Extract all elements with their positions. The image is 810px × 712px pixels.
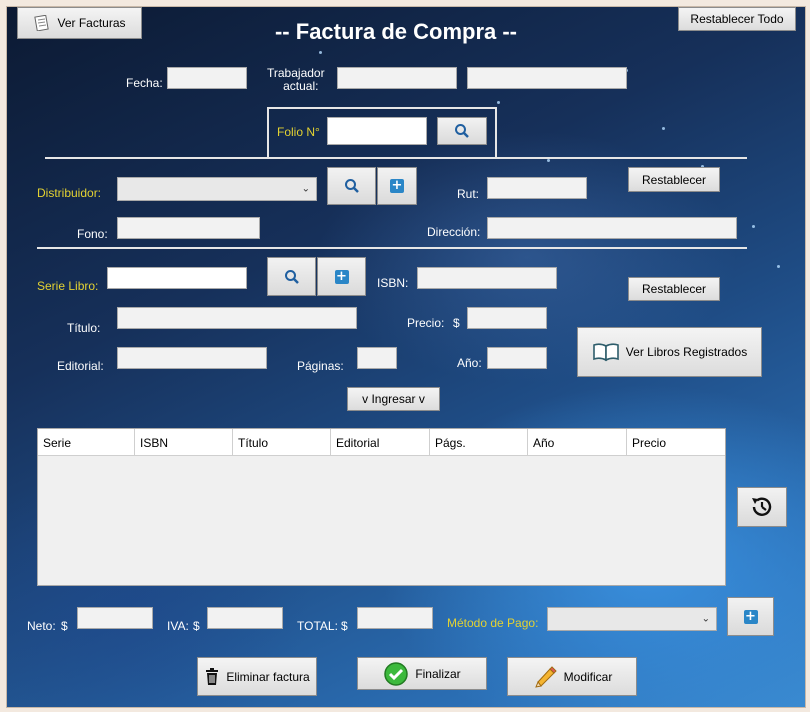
fono-label: Fono: [77,227,108,241]
ingresar-label: v Ingresar v [362,392,425,406]
trabajador-name-field[interactable] [467,67,627,89]
column-header-editorial[interactable]: Editorial [331,429,430,455]
trabajador-id-field[interactable] [337,67,457,89]
chevron-down-icon: ⌄ [301,183,310,195]
neto-currency: $ [61,619,68,633]
iva-label: IVA: [167,619,189,633]
ver-libros-registrados-button[interactable]: Ver Libros Registrados [577,327,762,377]
titulo-label: Título: [67,321,101,335]
iva-field[interactable] [207,607,283,629]
precio-field[interactable] [467,307,547,329]
plus-icon: + [743,608,758,624]
table-header: Serie ISBN Título Editorial Págs. Año Pr… [38,429,725,456]
column-header-precio[interactable]: Precio [627,429,725,455]
total-field[interactable] [357,607,433,629]
iva-currency: $ [193,619,200,633]
trabajador-label: Trabajador actual: [267,67,325,93]
ver-libros-label: Ver Libros Registrados [625,345,748,359]
serie-libro-input[interactable] [107,267,247,289]
editorial-label: Editorial: [57,359,104,373]
serie-libro-label: Serie Libro: [37,279,99,293]
modificar-label: Modificar [563,669,613,684]
distribuidor-combobox[interactable]: ⌄ [117,177,317,201]
decor-star [497,101,500,104]
ingresar-button[interactable]: v Ingresar v [347,387,440,411]
trash-icon [206,667,219,685]
paginas-field[interactable] [357,347,397,369]
eliminar-factura-button[interactable]: Eliminar factura [197,657,317,696]
open-book-icon [592,343,619,362]
editorial-field[interactable] [117,347,267,369]
distribuidor-label: Distribuidor: [37,186,102,200]
libro-restablecer-button[interactable]: Restablecer [628,277,720,301]
libro-restablecer-label: Restablecer [641,282,707,296]
fono-field[interactable] [117,217,260,239]
history-button[interactable] [737,487,787,527]
finalizar-button[interactable]: Finalizar [357,657,487,690]
direccion-field[interactable] [487,217,737,239]
check-icon [384,661,409,686]
distribuidor-restablecer-label: Restablecer [641,172,707,187]
column-header-pags[interactable]: Págs. [430,429,528,455]
isbn-field[interactable] [417,267,557,289]
pencil-icon [534,665,557,688]
column-header-isbn[interactable]: ISBN [135,429,233,455]
neto-label: Neto: [27,619,56,633]
neto-field[interactable] [77,607,153,629]
history-icon [752,497,772,516]
direccion-label: Dirección: [427,225,481,239]
libro-search-button[interactable] [267,257,316,296]
modificar-button[interactable]: Modificar [507,657,637,696]
search-icon [455,124,469,138]
isbn-label: ISBN: [377,276,409,290]
chevron-down-icon: ⌄ [701,613,710,625]
decor-star [752,225,755,228]
page-title: -- Factura de Compra -- [274,19,518,44]
decor-star [777,265,780,268]
divider-middle [37,247,747,249]
libro-add-button[interactable]: + [317,257,366,296]
search-icon [344,179,359,193]
fecha-field[interactable] [167,67,247,89]
rut-label: Rut: [457,187,480,201]
decor-star [319,51,322,54]
folio-search-button[interactable] [437,117,487,145]
search-icon [284,269,299,284]
folio-label: Folio N° [277,125,320,139]
plus-icon: + [334,268,349,284]
titulo-field[interactable] [117,307,357,329]
column-header-titulo[interactable]: Título [233,429,331,455]
column-header-anio[interactable]: Año [528,429,627,455]
distribuidor-search-button[interactable] [327,167,376,205]
purchase-invoice-window: Ver Facturas Restablecer Todo -- Factura… [6,6,806,708]
eliminar-factura-label: Eliminar factura [226,669,310,684]
trabajador-label-line2: actual: [283,79,319,93]
plus-icon: + [390,178,404,193]
metodo-pago-label: Método de Pago: [447,616,539,630]
divider-top [45,157,747,159]
column-header-serie[interactable]: Serie [38,429,135,455]
decor-star [547,159,550,162]
folio-input[interactable] [327,117,427,145]
precio-label: Precio: [407,316,445,330]
anio-field[interactable] [487,347,547,369]
total-label: TOTAL: [297,619,338,633]
fecha-label: Fecha: [126,76,163,90]
distribuidor-restablecer-button[interactable]: Restablecer [628,167,720,192]
metodo-pago-combobox[interactable]: ⌄ [547,607,717,631]
rut-field[interactable] [487,177,587,199]
detalle-table[interactable]: Serie ISBN Título Editorial Págs. Año Pr… [37,428,726,586]
metodo-pago-add-button[interactable]: + [727,597,774,636]
precio-currency: $ [453,316,460,330]
distribuidor-add-button[interactable]: + [377,167,417,205]
decor-star [662,127,665,130]
anio-label: Año: [457,356,482,370]
finalizar-label: Finalizar [415,666,461,681]
total-currency: $ [341,619,348,633]
paginas-label: Páginas: [297,359,344,373]
